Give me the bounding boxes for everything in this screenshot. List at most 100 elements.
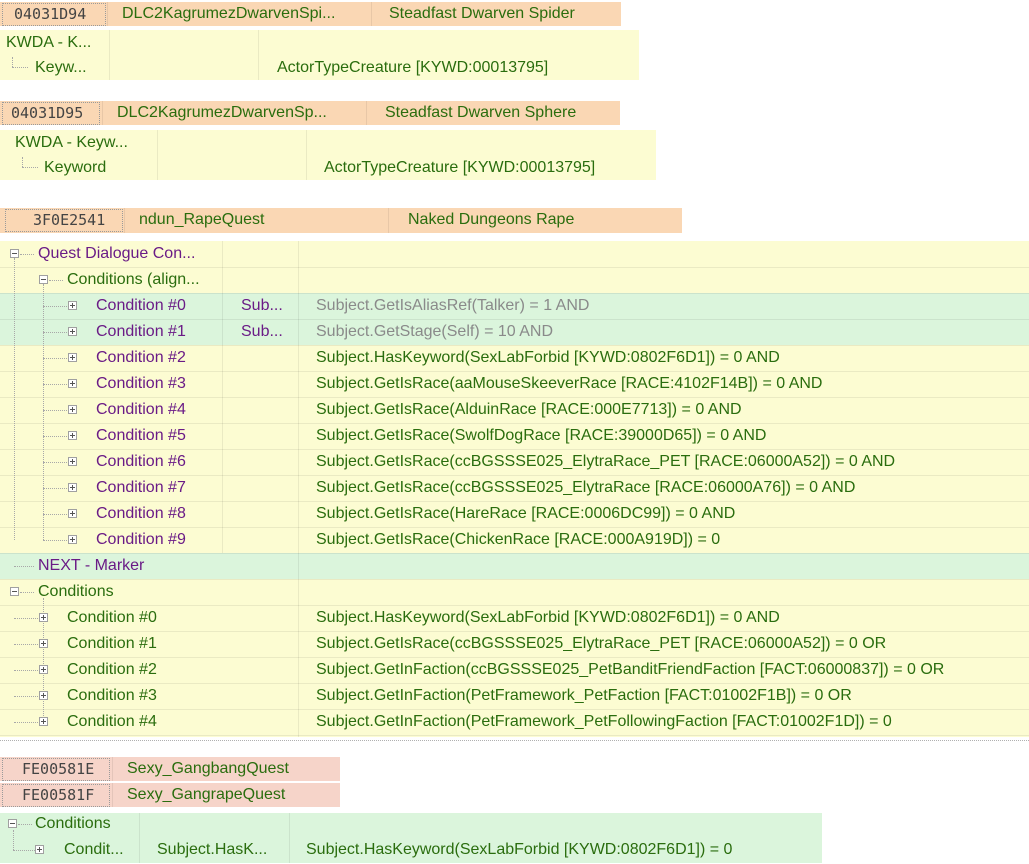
condition-label[interactable]: Condition #0: [67, 606, 157, 630]
condition-value[interactable]: Subject.GetIsRace(AlduinRace [RACE:000E7…: [316, 398, 742, 422]
kwda-label[interactable]: KWDA - Keyw...: [15, 131, 128, 155]
expand-icon[interactable]: [68, 353, 77, 362]
condition-value[interactable]: Subject.GetIsAliasRef(Talker) = 1 AND: [316, 294, 589, 318]
tree-line: [18, 824, 32, 825]
expand-icon[interactable]: [39, 613, 48, 622]
formid-cell[interactable]: 04031D95: [11, 101, 83, 125]
condition-value[interactable]: Subject.GetIsRace(HareRace [RACE:0006DC9…: [316, 502, 735, 526]
collapse-icon[interactable]: [39, 275, 48, 284]
expand-icon[interactable]: [68, 483, 77, 492]
tree-line: [43, 514, 67, 515]
tree-line: [43, 488, 67, 489]
collapse-icon[interactable]: [10, 249, 19, 258]
tree-line: [43, 332, 67, 333]
kwda-label[interactable]: KWDA - K...: [6, 31, 91, 55]
expand-icon[interactable]: [68, 327, 77, 336]
condition-label[interactable]: Condition #5: [96, 424, 186, 448]
condition-label[interactable]: Condition #7: [96, 476, 186, 500]
condition-label[interactable]: Condition #6: [96, 450, 186, 474]
condition-value[interactable]: Subject.GetIsRace(ChickenRace [RACE:000A…: [316, 528, 720, 552]
collapse-icon[interactable]: [8, 819, 17, 828]
next-marker-row[interactable]: [0, 553, 1029, 579]
kwda-row[interactable]: [0, 30, 639, 56]
condition-label[interactable]: Condition #2: [67, 658, 157, 682]
condition-label[interactable]: Condition #4: [96, 398, 186, 422]
condition-label[interactable]: Condition #0: [96, 294, 186, 318]
next-marker-label[interactable]: NEXT - Marker: [38, 554, 144, 578]
expand-icon[interactable]: [68, 379, 77, 388]
keyword-label[interactable]: Keyw...: [35, 56, 87, 80]
column-divider: [112, 757, 113, 781]
condition-value[interactable]: Subject.GetInFaction(ccBGSSSE025_PetBand…: [316, 658, 944, 682]
editor-id-cell[interactable]: ndun_RapeQuest: [139, 208, 264, 232]
column-divider: [157, 130, 158, 180]
conditions-label[interactable]: Conditions: [38, 580, 114, 604]
tree-line: [43, 410, 67, 411]
expand-icon[interactable]: [68, 301, 77, 310]
row-divider: [0, 735, 1029, 736]
condition-value[interactable]: Subject.HasKeyword(SexLabForbid [KYWD:08…: [306, 838, 732, 862]
condition-value[interactable]: Subject.GetInFaction(PetFramework_PetFol…: [316, 710, 892, 734]
tree-line: [20, 254, 34, 255]
expand-icon[interactable]: [68, 509, 77, 518]
cond-group-label[interactable]: Conditions (align...: [67, 268, 200, 292]
editor-id-cell[interactable]: Sexy_GangbangQuest: [127, 757, 289, 781]
condition-value[interactable]: Subject.GetIsRace(ccBGSSSE025_ElytraRace…: [316, 476, 855, 500]
condition-label[interactable]: Condition #9: [96, 528, 186, 552]
tree-line: [13, 830, 14, 850]
condition-label[interactable]: Condition #3: [67, 684, 157, 708]
condition-label[interactable]: Condition #4: [67, 710, 157, 734]
keyword-value[interactable]: ActorTypeCreature [KYWD:00013795]: [277, 56, 548, 80]
tree-line: [43, 384, 67, 385]
collapse-icon[interactable]: [10, 587, 19, 596]
condition-subject[interactable]: Subject.HasK...: [157, 838, 267, 862]
condition-value[interactable]: Subject.GetIsRace(ccBGSSSE025_ElytraRace…: [316, 632, 886, 656]
formid-cell[interactable]: 3F0E2541: [33, 208, 105, 232]
expand-icon[interactable]: [35, 845, 44, 854]
formid-cell[interactable]: 04031D94: [14, 2, 86, 26]
condition-value[interactable]: Subject.HasKeyword(SexLabForbid [KYWD:08…: [316, 606, 780, 630]
condition-label[interactable]: Condition #8: [96, 502, 186, 526]
condition-value[interactable]: Subject.GetIsRace(SwolfDogRace [RACE:390…: [316, 424, 766, 448]
editor-id-cell[interactable]: DLC2KagrumezDwarvenSp...: [117, 101, 327, 125]
condition-value[interactable]: Subject.GetStage(Self) = 10 AND: [316, 320, 553, 344]
tree-line: [43, 436, 67, 437]
condition-subject[interactable]: Sub...: [241, 294, 283, 318]
keyword-label[interactable]: Keyword: [44, 156, 106, 180]
name-cell[interactable]: Naked Dungeons Rape: [408, 208, 574, 232]
formid-cell[interactable]: FE00581F: [22, 783, 94, 807]
expand-icon[interactable]: [39, 665, 48, 674]
qdc-label[interactable]: Quest Dialogue Con...: [38, 242, 195, 266]
condition-label[interactable]: Condition #3: [96, 372, 186, 396]
editor-id-cell[interactable]: DLC2KagrumezDwarvenSpi...: [122, 2, 335, 26]
keyword-value[interactable]: ActorTypeCreature [KYWD:00013795]: [324, 156, 595, 180]
expand-icon[interactable]: [68, 535, 77, 544]
condition-value[interactable]: Subject.GetInFaction(PetFramework_PetFac…: [316, 684, 852, 708]
expand-icon[interactable]: [68, 405, 77, 414]
conditions-label[interactable]: Conditions: [35, 812, 111, 836]
tree-line: [43, 540, 67, 541]
tree-line: [12, 57, 13, 67]
expand-icon[interactable]: [39, 639, 48, 648]
condition-label[interactable]: Condition #2: [96, 346, 186, 370]
condition-label[interactable]: Condit...: [64, 838, 124, 862]
column-divider: [109, 30, 110, 80]
expand-icon[interactable]: [39, 691, 48, 700]
tree-line: [43, 358, 67, 359]
name-cell[interactable]: Steadfast Dwarven Sphere: [385, 101, 576, 125]
formid-cell[interactable]: FE00581E: [22, 757, 94, 781]
condition-value[interactable]: Subject.HasKeyword(SexLabForbid [KYWD:08…: [316, 346, 780, 370]
conditions-row[interactable]: [0, 813, 822, 837]
expand-icon[interactable]: [68, 457, 77, 466]
condition-value[interactable]: Subject.GetIsRace(ccBGSSSE025_ElytraRace…: [316, 450, 895, 474]
condition-value[interactable]: Subject.GetIsRace(aaMouseSkeeverRace [RA…: [316, 372, 822, 396]
name-cell[interactable]: Steadfast Dwarven Spider: [389, 2, 575, 26]
condition-label[interactable]: Condition #1: [96, 320, 186, 344]
expand-icon[interactable]: [39, 717, 48, 726]
expand-icon[interactable]: [68, 431, 77, 440]
editor-id-cell[interactable]: Sexy_GangrapeQuest: [127, 783, 285, 807]
condition-label[interactable]: Condition #1: [67, 632, 157, 656]
column-divider: [289, 813, 290, 863]
condition-subject[interactable]: Sub...: [241, 320, 283, 344]
column-divider: [124, 208, 125, 233]
